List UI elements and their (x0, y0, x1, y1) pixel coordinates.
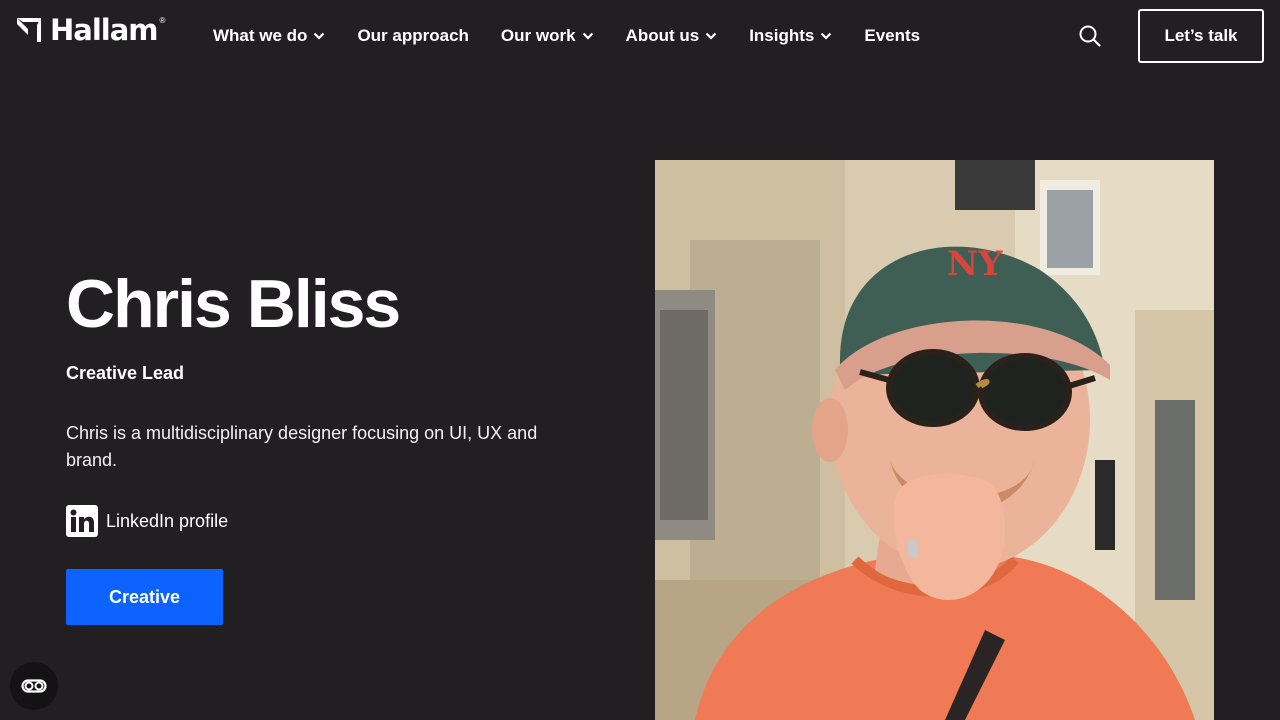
nav-item-our-approach[interactable]: Our approach (357, 24, 468, 48)
hallam-logo-icon (17, 18, 41, 42)
linkedin-label: LinkedIn profile (106, 510, 229, 531)
svg-text:NY: NY (947, 244, 1003, 284)
creative-tag-button[interactable]: Creative (66, 569, 223, 625)
profile-role: Creative Lead (66, 363, 185, 383)
search-icon[interactable] (1078, 24, 1102, 48)
nav-item-about-us[interactable]: About us (626, 24, 718, 48)
logo-registered-mark: ® (159, 16, 166, 25)
nav-item-label: What we do (213, 26, 308, 45)
nav-item-label: Insights (749, 26, 815, 45)
chevron-down-icon (582, 32, 593, 40)
nav-item-our-work[interactable]: Our work (501, 24, 594, 48)
nav-item-what-we-do[interactable]: What we do (213, 24, 325, 48)
main-nav: What we do Our approach Our work About u… (213, 24, 952, 48)
nav-item-label: Our work (500, 26, 576, 45)
nav-item-label: Our approach (357, 26, 469, 45)
logo-text: Hallam (50, 12, 159, 47)
profile-name: Chris Bliss (66, 266, 401, 342)
accessibility-toggle-icon (21, 679, 47, 693)
nav-item-label: About us (625, 26, 700, 45)
nav-item-events[interactable]: Events (864, 24, 920, 48)
profile-bio: Chris is a multidisciplinary designer fo… (66, 423, 538, 470)
hallam-logo[interactable]: Hallam ® (16, 14, 165, 46)
linkedin-profile-link[interactable]: LinkedIn profile (66, 505, 228, 537)
profile-photo: NY (655, 160, 1214, 720)
accessibility-toggle-button[interactable] (10, 662, 58, 710)
chevron-down-icon (314, 32, 325, 40)
chevron-down-icon (821, 32, 832, 40)
linkedin-icon (66, 505, 98, 537)
lets-talk-button[interactable]: Let’s talk (1138, 9, 1264, 63)
nav-item-label: Events (864, 26, 921, 45)
portrait-photo-illustration: NY (655, 160, 1214, 720)
chevron-down-icon (705, 32, 717, 40)
nav-item-insights[interactable]: Insights (749, 24, 832, 48)
site-header: Hallam ® What we do Our approach Our wor… (0, 0, 1280, 72)
